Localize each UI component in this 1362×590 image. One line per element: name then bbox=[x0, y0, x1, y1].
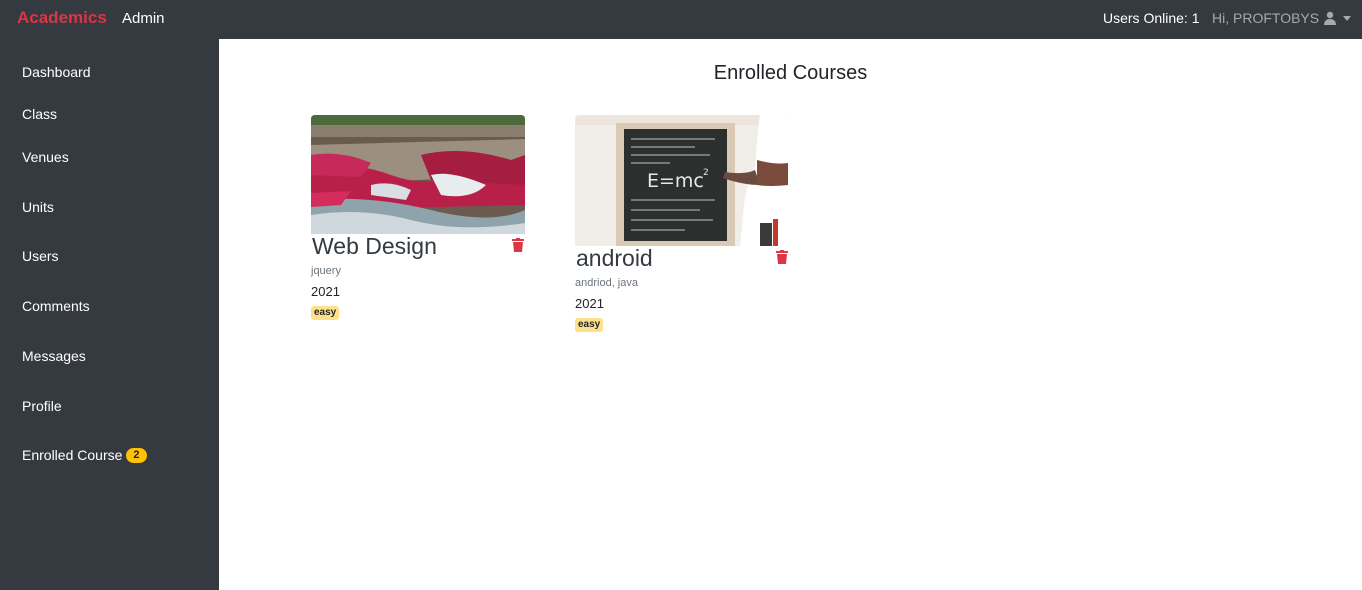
user-menu-dropdown[interactable]: Hi, PROFTOBYS bbox=[1212, 10, 1352, 26]
brand-logo-link[interactable]: Academics bbox=[17, 8, 107, 28]
course-year: 2021 bbox=[311, 284, 340, 299]
trash-icon[interactable] bbox=[776, 250, 788, 264]
difficulty-badge: easy bbox=[575, 318, 604, 332]
course-image-waterfall[interactable] bbox=[311, 115, 525, 234]
sidebar-item-label: Comments bbox=[22, 298, 90, 314]
users-online-counter: Users Online: 1 bbox=[1103, 10, 1200, 26]
sidebar-item-label: Enrolled Course bbox=[22, 447, 123, 463]
course-tags: jquery bbox=[311, 265, 341, 277]
enrolled-count-badge: 2 bbox=[126, 447, 147, 463]
difficulty-badge: easy bbox=[311, 306, 340, 320]
sidebar-item-label: Users bbox=[22, 248, 59, 264]
sidebar-item-venues[interactable]: Venues bbox=[22, 149, 69, 165]
sidebar-item-label: Units bbox=[22, 199, 54, 215]
page-title: Enrolled Courses bbox=[713, 62, 868, 84]
caret-down-icon bbox=[1343, 15, 1352, 21]
sidebar-item-label: Messages bbox=[22, 348, 86, 364]
trash-icon[interactable] bbox=[512, 238, 524, 252]
sidebar-item-messages[interactable]: Messages bbox=[22, 348, 86, 364]
sidebar-item-label: Dashboard bbox=[22, 64, 91, 80]
sidebar-item-label: Profile bbox=[22, 398, 62, 414]
sidebar-item-profile[interactable]: Profile bbox=[22, 398, 62, 414]
course-card[interactable]: Web Design jquery 2021 easy bbox=[311, 115, 525, 325]
course-year: 2021 bbox=[575, 296, 604, 311]
sidebar-item-dashboard[interactable]: Dashboard bbox=[22, 64, 91, 80]
sidebar-item-units[interactable]: Units bbox=[22, 199, 54, 215]
top-navbar: Academics Admin Users Online: 1 Hi, PROF… bbox=[0, 0, 1362, 39]
course-title[interactable]: android bbox=[576, 245, 653, 272]
sidebar-item-enrolled-course[interactable]: Enrolled Course 2 bbox=[22, 447, 147, 463]
course-card[interactable]: E=mc 2 android andriod, java 2021 easy bbox=[575, 115, 788, 337]
course-tags: andriod, java bbox=[575, 277, 638, 289]
course-image-blackboard[interactable]: E=mc 2 bbox=[575, 115, 788, 246]
user-icon bbox=[1323, 11, 1337, 25]
course-title[interactable]: Web Design bbox=[312, 233, 437, 260]
sidebar-item-class[interactable]: Class bbox=[22, 106, 57, 122]
sidebar-item-comments[interactable]: Comments bbox=[22, 298, 90, 314]
sidebar-item-label: Venues bbox=[22, 149, 69, 165]
svg-text:2: 2 bbox=[703, 168, 709, 178]
sidebar-item-users[interactable]: Users bbox=[22, 248, 59, 264]
sidebar-item-label: Class bbox=[22, 106, 58, 122]
user-greeting: Hi, PROFTOBYS bbox=[1212, 10, 1320, 26]
svg-text:E=mc: E=mc bbox=[647, 170, 704, 192]
sidebar: Dashboard Class Venues Units Users Comme… bbox=[0, 39, 219, 590]
admin-link[interactable]: Admin bbox=[122, 10, 165, 27]
